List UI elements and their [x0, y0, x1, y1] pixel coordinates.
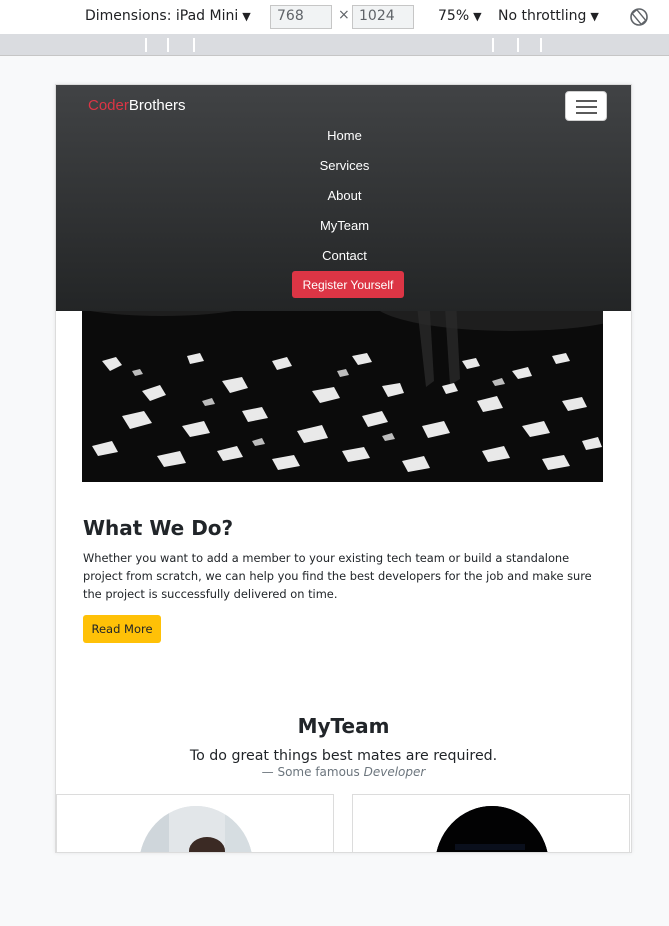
team-member-photo [139, 806, 253, 852]
chevron-down-icon: ▼ [242, 10, 251, 23]
brand-brothers: Brothers [128, 97, 186, 114]
nav-links: Home Services About MyTeam Contact [56, 127, 631, 277]
citation-source: Developer [363, 765, 426, 779]
read-more-button[interactable]: Read More [83, 615, 161, 643]
nav-link-home[interactable]: Home [56, 127, 631, 157]
team-title: MyTeam [297, 714, 390, 738]
device-dimensions-label: Dimensions: iPad Mini [85, 8, 239, 24]
zoom-dropdown[interactable]: 75% ▼ [438, 8, 482, 24]
team-quote-citation: — Some famous Developer [261, 765, 426, 779]
team-card [56, 794, 334, 852]
team-member-photo [435, 806, 549, 852]
viewport-width-input[interactable]: 768 [270, 5, 332, 29]
devtools-device-toolbar: Dimensions: iPad Mini ▼ 768 × 1024 75% ▼ N… [0, 0, 669, 34]
device-dimensions-dropdown[interactable]: Dimensions: iPad Mini ▼ [85, 8, 251, 24]
throttling-label: No throttling [498, 8, 587, 24]
nav-link-myteam[interactable]: MyTeam [56, 217, 631, 247]
dimension-separator: × [338, 7, 350, 23]
team-quote: To do great things best mates are requir… [189, 748, 498, 764]
brand-logo[interactable]: CoderBrothers [88, 97, 186, 114]
navbar: CoderBrothers Home Services About MyTeam… [56, 85, 631, 311]
nav-link-about[interactable]: About [56, 187, 631, 217]
chevron-down-icon: ▼ [473, 10, 482, 23]
zoom-label: 75% [438, 8, 470, 24]
media-query-ruler [0, 34, 669, 56]
rotate-icon[interactable] [628, 6, 650, 28]
what-we-do-title: What We Do? [83, 516, 234, 540]
brand-coder: Coder [88, 97, 129, 114]
what-we-do-text: Whether you want to add a member to your… [83, 551, 592, 601]
throttling-dropdown[interactable]: No throttling ▼ [498, 8, 599, 24]
hamburger-icon [576, 100, 597, 102]
device-viewport: CoderBrothers Home Services About MyTeam… [55, 84, 632, 853]
chevron-down-icon: ▼ [590, 10, 599, 23]
nav-link-services[interactable]: Services [56, 157, 631, 187]
navbar-toggler-button[interactable] [565, 91, 607, 121]
viewport-height-input[interactable]: 1024 [352, 5, 414, 29]
team-card [352, 794, 630, 852]
register-button[interactable]: Register Yourself [292, 271, 404, 298]
